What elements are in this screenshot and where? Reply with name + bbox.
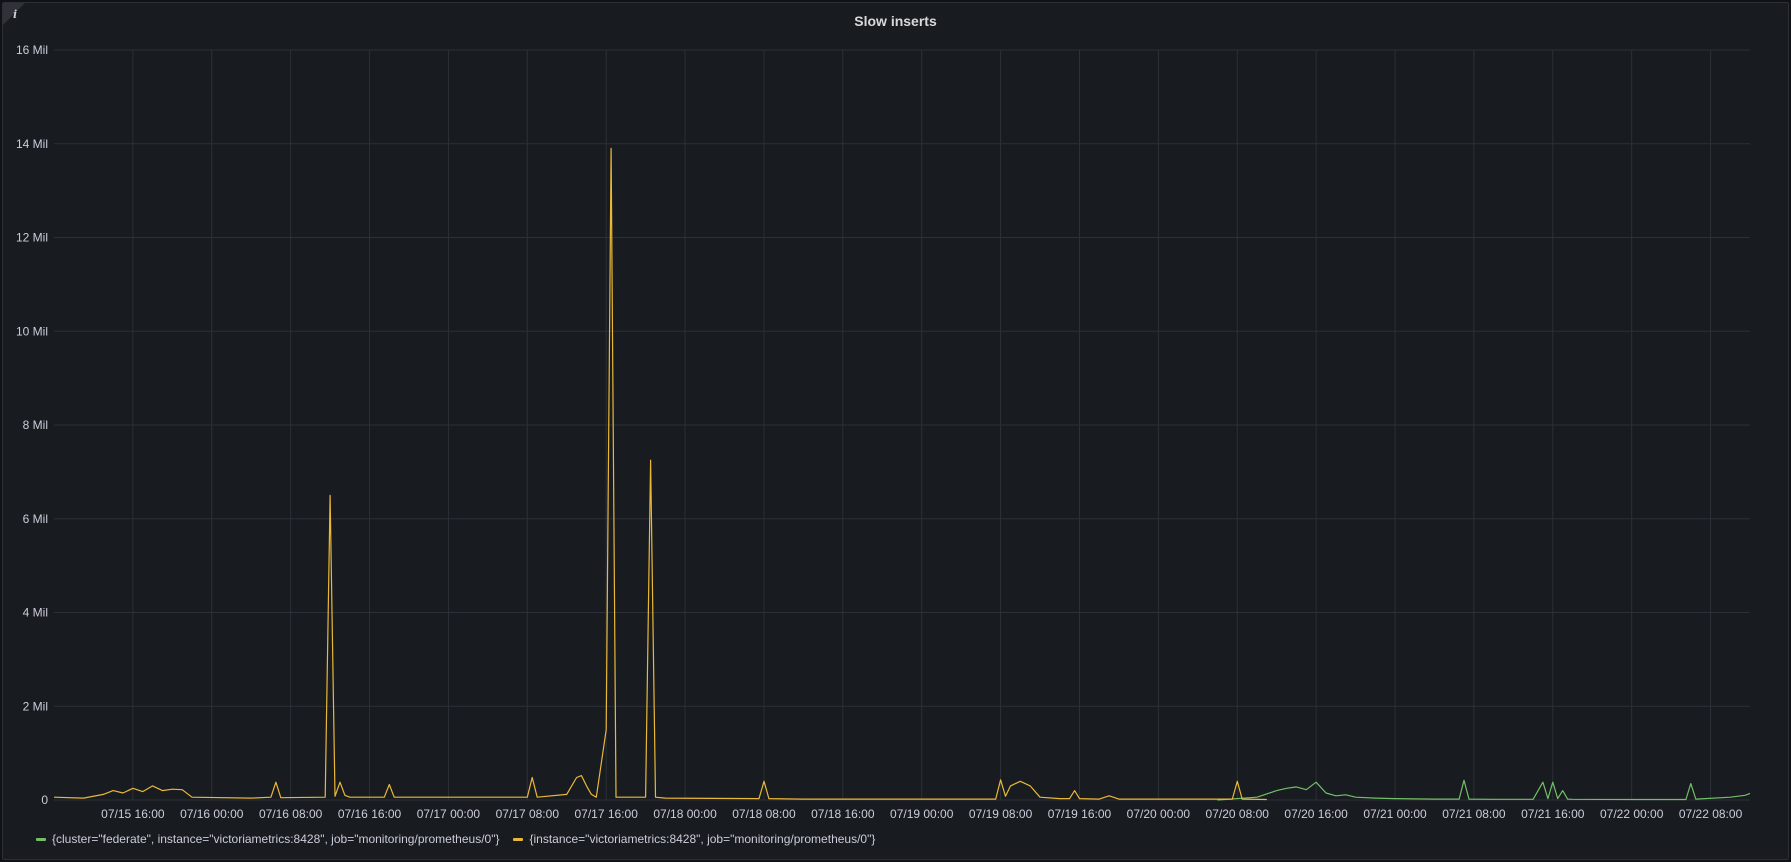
legend: {cluster="federate", instance="victoriam… [36,832,875,846]
y-tick-label: 4 Mil [23,606,48,620]
legend-label: {cluster="federate", instance="victoriam… [52,832,500,846]
x-tick-label: 07/19 08:00 [969,807,1033,821]
x-tick-label: 07/16 16:00 [338,807,402,821]
x-tick-label: 07/16 00:00 [180,807,244,821]
series-line-0[interactable] [1217,779,1751,801]
x-tick-label: 07/21 00:00 [1363,807,1427,821]
y-tick-label: 6 Mil [23,512,48,526]
y-tick-label: 12 Mil [16,231,48,245]
legend-label: {instance="victoriametrics:8428", job="m… [529,832,876,846]
y-tick-label: 16 Mil [16,43,48,57]
y-tick-label: 8 Mil [23,418,48,432]
legend-item[interactable]: {instance="victoriametrics:8428", job="m… [513,832,875,846]
x-tick-label: 07/20 08:00 [1206,807,1270,821]
x-tick-label: 07/15 16:00 [101,807,165,821]
y-tick-label: 0 [41,793,48,807]
x-tick-label: 07/19 16:00 [1048,807,1112,821]
x-tick-label: 07/17 00:00 [417,807,481,821]
x-tick-label: 07/21 16:00 [1521,807,1585,821]
legend-item[interactable]: {cluster="federate", instance="victoriam… [36,832,499,846]
x-tick-label: 07/18 16:00 [811,807,875,821]
y-tick-label: 10 Mil [16,324,48,338]
legend-swatch [513,837,524,841]
x-tick-label: 07/20 16:00 [1284,807,1348,821]
y-tick-label: 2 Mil [23,699,48,713]
x-tick-label: 07/22 08:00 [1679,807,1743,821]
x-tick-label: 07/16 08:00 [259,807,323,821]
x-tick-label: 07/17 08:00 [496,807,560,821]
chart[interactable]: 0 2 Mil 4 Mil 6 Mil 8 Mil 10 Mil 12 Mil 14 Mil 1… [0,0,1791,862]
x-tick-label: 07/18 08:00 [732,807,796,821]
x-tick-label: 07/21 08:00 [1442,807,1506,821]
x-tick-label: 07/20 00:00 [1127,807,1191,821]
legend-swatch [36,837,46,841]
series-line-1[interactable] [53,147,1267,801]
x-tick-label: 07/22 00:00 [1600,807,1664,821]
x-tick-label: 07/17 16:00 [574,807,638,821]
grid-lines [54,49,1750,801]
x-tick-label: 07/19 00:00 [890,807,954,821]
x-tick-label: 07/18 00:00 [653,807,717,821]
y-tick-label: 14 Mil [16,137,48,151]
